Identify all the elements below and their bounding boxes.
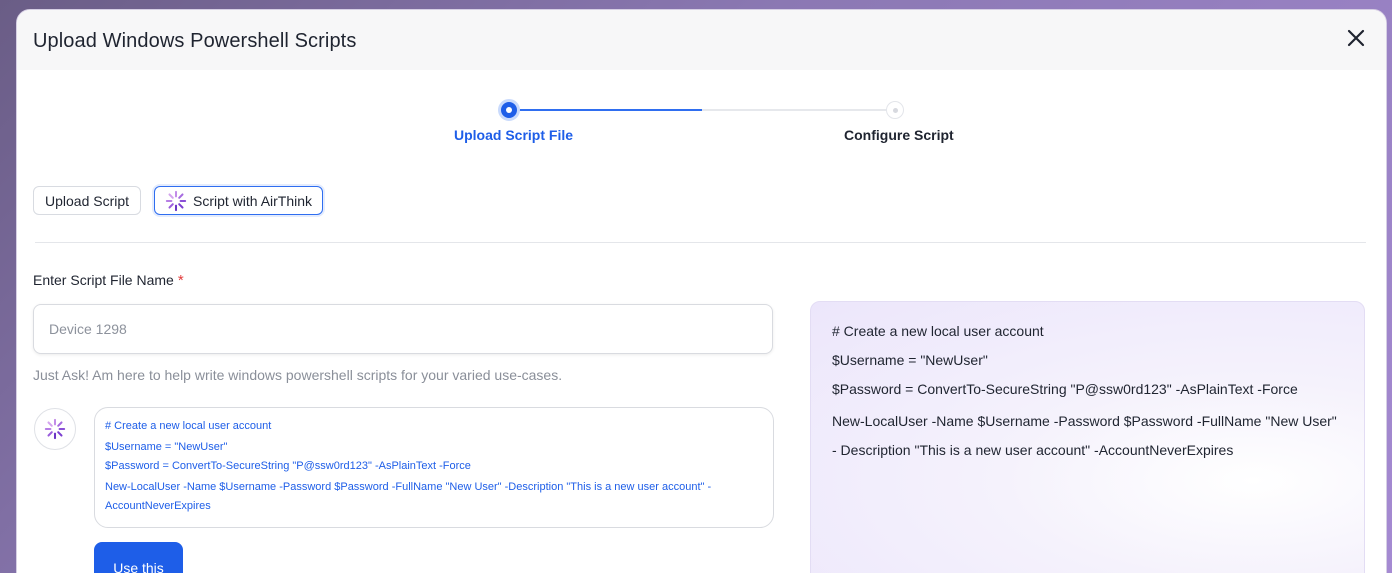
close-icon	[1347, 29, 1365, 47]
step-2-indicator	[886, 101, 904, 119]
step-2-label: Configure Script	[844, 127, 954, 143]
preview-line: # Create a new local user account	[832, 323, 1044, 339]
script-preview-panel: # Create a new local user account $Usern…	[810, 301, 1365, 573]
close-button[interactable]	[1344, 26, 1368, 50]
stepper: Upload Script File Configure Script	[17, 97, 1386, 157]
section-divider	[35, 242, 1366, 243]
preview-line: New-LocalUser -Name $Username -Password …	[832, 413, 1337, 458]
ai-response-line: New-LocalUser -Name $Username -Password …	[105, 481, 712, 512]
airthink-avatar	[34, 408, 76, 450]
modal-header: Upload Windows Powershell Scripts	[17, 10, 1386, 70]
sparkle-spinner-icon	[165, 190, 187, 211]
required-asterisk: *	[177, 272, 184, 289]
script-file-name-input[interactable]	[33, 304, 773, 354]
modal-title: Upload Windows Powershell Scripts	[33, 30, 357, 52]
preview-line: $Username = "NewUser"	[832, 352, 988, 368]
stepper-progress-line	[517, 109, 702, 111]
ai-response-line: # Create a new local user account	[105, 420, 272, 432]
preview-line: $Password = ConvertTo-SecureString "P@ss…	[832, 381, 1298, 397]
tab-script-with-airthink-label: Script with AirThink	[193, 192, 313, 209]
step-1-indicator	[498, 99, 520, 121]
airthink-helper-text: Just Ask! Am here to help write windows …	[33, 367, 563, 383]
airthink-response-bubble: # Create a new local user account $Usern…	[94, 407, 774, 528]
sparkle-spinner-icon	[44, 418, 66, 440]
upload-script-modal: Upload Windows Powershell Scripts Upload…	[16, 9, 1387, 573]
use-this-button[interactable]: Use this	[94, 542, 183, 573]
ai-response-line: $Username = "NewUser"	[105, 441, 228, 453]
script-file-name-label-text: Enter Script File Name	[33, 272, 174, 288]
script-file-name-label: Enter Script File Name *	[33, 272, 184, 289]
step-1-label: Upload Script File	[454, 127, 574, 143]
tab-script-with-airthink[interactable]: Script with AirThink	[154, 186, 324, 215]
tab-upload-script-label: Upload Script	[45, 192, 130, 209]
ai-response-line: $Password = ConvertTo-SecureString "P@ss…	[105, 460, 471, 472]
stepper-remaining-line	[702, 109, 895, 111]
tab-upload-script[interactable]: Upload Script	[33, 186, 142, 215]
